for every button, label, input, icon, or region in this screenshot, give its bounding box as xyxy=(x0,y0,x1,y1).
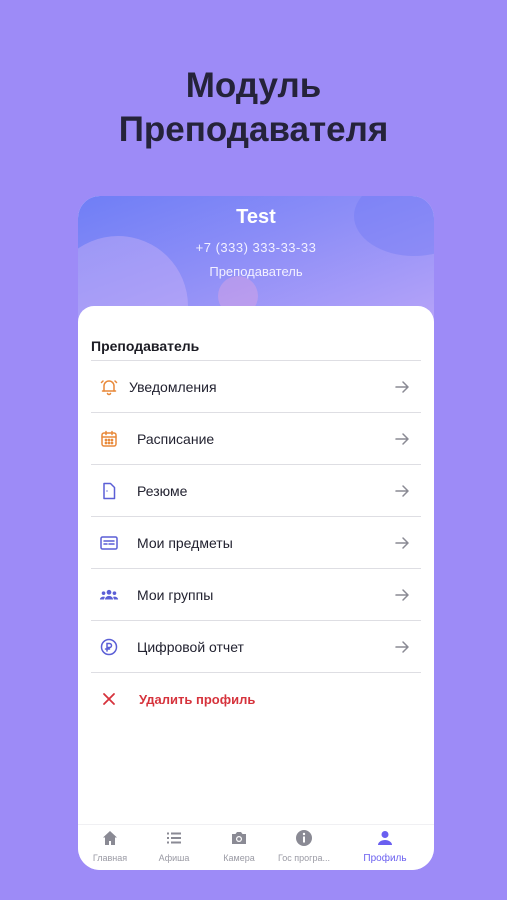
arrow-right-icon xyxy=(395,381,409,393)
menu-item-notifications[interactable]: Уведомления xyxy=(91,361,421,413)
phone-screen: Test +7 (333) 333-33-33 Преподаватель Пр… xyxy=(78,196,434,870)
menu-item-schedule[interactable]: Расписание xyxy=(91,413,421,465)
tab-gos-programs[interactable]: Гос програ... xyxy=(274,829,334,863)
arrow-right-icon xyxy=(395,433,409,445)
promo-title: Модуль Преподавателя xyxy=(0,64,507,152)
document-icon xyxy=(99,481,119,501)
menu-item-label: Уведомления xyxy=(129,378,217,395)
tab-camera[interactable]: Камера xyxy=(209,829,269,863)
menu-item-label: Цифровой отчет xyxy=(137,638,244,655)
promo-title-line1: Модуль xyxy=(185,66,322,105)
menu-item-resume[interactable]: Резюме xyxy=(91,465,421,517)
section-title: Преподаватель xyxy=(91,338,200,354)
info-icon xyxy=(295,829,313,847)
profile-menu: Уведомления Расписание Резюме Мои предме… xyxy=(91,361,421,725)
bell-icon xyxy=(99,377,119,397)
bottom-tab-bar: Главная Афиша Камера Гос програ... Профи… xyxy=(78,824,434,870)
menu-item-label: Мои предметы xyxy=(137,534,233,551)
menu-item-digital-report[interactable]: Цифровой отчет xyxy=(91,621,421,673)
list-icon xyxy=(165,829,183,847)
arrow-right-icon xyxy=(395,485,409,497)
user-name: Test xyxy=(236,206,276,228)
tab-label: Профиль xyxy=(363,853,407,864)
camera-icon xyxy=(230,829,248,847)
user-role: Преподаватель xyxy=(209,264,303,279)
promo-title-line2: Преподавателя xyxy=(118,110,389,149)
user-phone: +7 (333) 333-33-33 xyxy=(195,240,317,255)
tab-label: Главная xyxy=(92,853,128,863)
menu-item-label: Расписание xyxy=(137,430,215,447)
calendar-icon xyxy=(99,429,119,449)
delete-profile-button[interactable]: Удалить профиль xyxy=(91,673,421,725)
group-icon xyxy=(99,585,119,605)
menu-item-label: Мои группы xyxy=(137,586,214,603)
report-icon xyxy=(99,637,119,657)
menu-item-my-groups[interactable]: Мои группы xyxy=(91,569,421,621)
arrow-right-icon xyxy=(395,641,409,653)
tab-label: Камера xyxy=(223,853,255,863)
arrow-right-icon xyxy=(395,537,409,549)
home-icon xyxy=(101,829,119,847)
tab-label: Афиша xyxy=(158,853,190,863)
tab-label: Гос програ... xyxy=(278,853,330,863)
close-icon xyxy=(99,689,119,709)
arrow-right-icon xyxy=(395,589,409,601)
delete-profile-label: Удалить профиль xyxy=(139,691,256,707)
tab-profile[interactable]: Профиль xyxy=(355,829,415,864)
tab-afisha[interactable]: Афиша xyxy=(144,829,204,863)
profile-icon xyxy=(376,829,394,847)
menu-item-my-subjects[interactable]: Мои предметы xyxy=(91,517,421,569)
menu-item-label: Резюме xyxy=(137,482,188,499)
tab-home[interactable]: Главная xyxy=(80,829,140,863)
profile-menu-card: Преподаватель Уведомления Расписание Рез… xyxy=(78,306,434,826)
subjects-card-icon xyxy=(99,533,119,553)
